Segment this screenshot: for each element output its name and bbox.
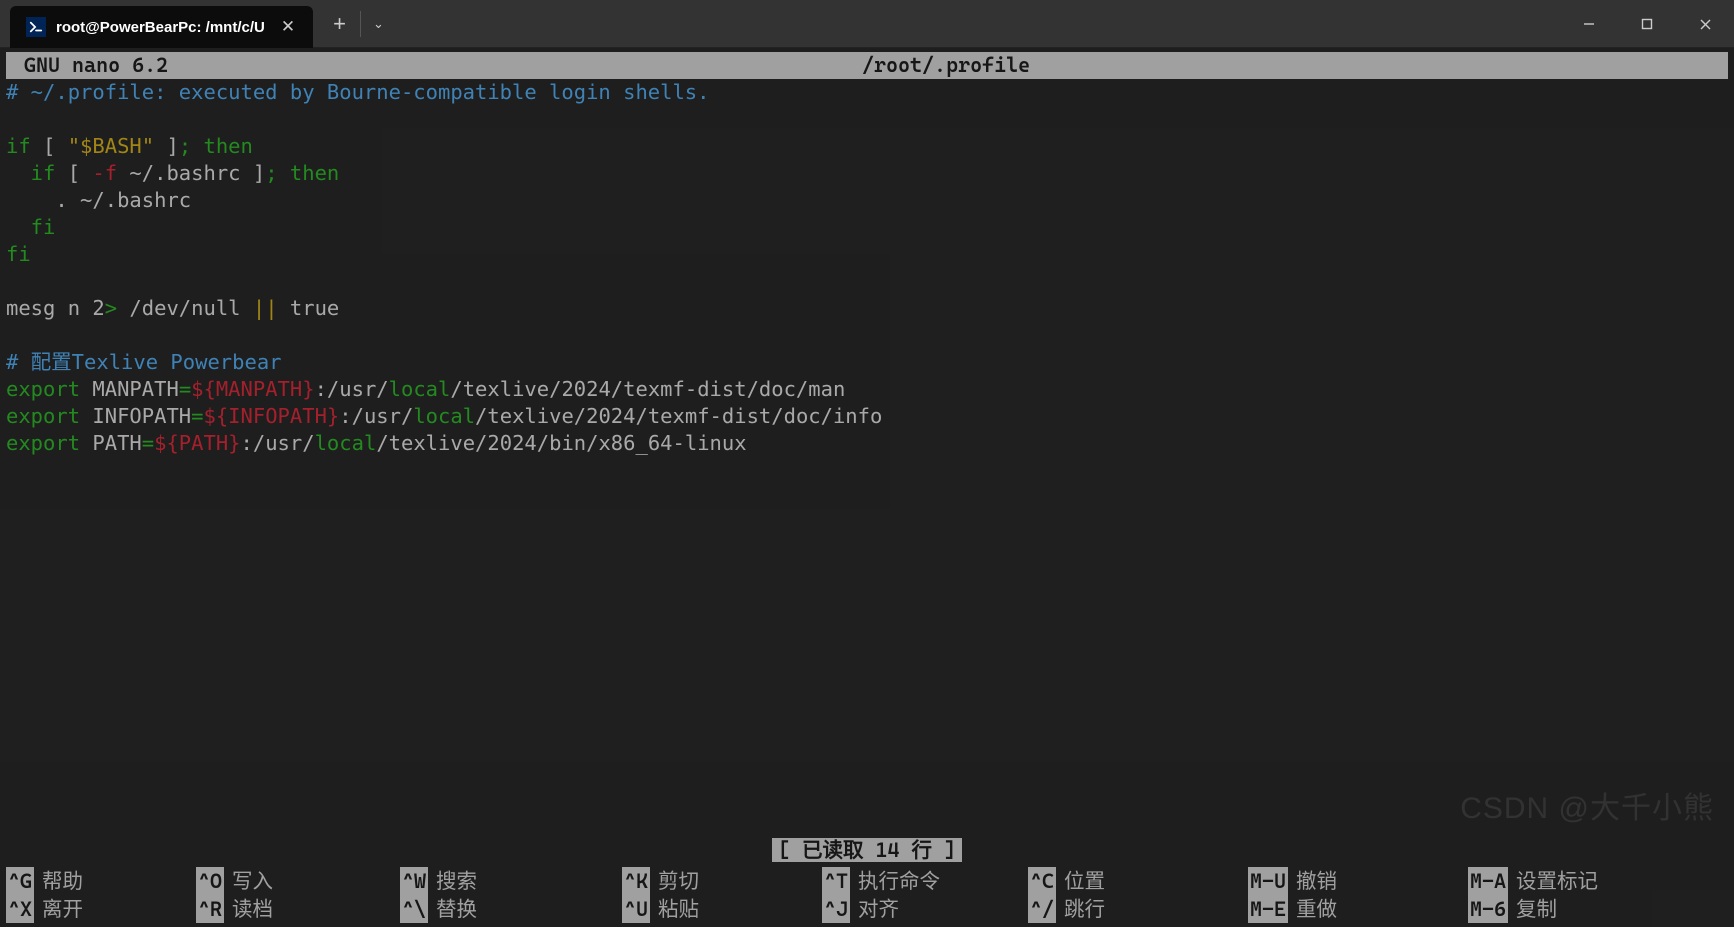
shortcut-: ^/ 跳行: [1028, 895, 1248, 923]
shortcut-label: 写入: [232, 867, 273, 895]
titlebar: root@PowerBearPc: /mnt/c/U ✕ + ⌄: [0, 0, 1734, 48]
powershell-icon: [26, 17, 46, 37]
shortcut-key: ^T: [822, 867, 850, 895]
shortcut-J: ^J 对齐: [822, 895, 1028, 923]
tab-title: root@PowerBearPc: /mnt/c/U: [56, 19, 265, 36]
shortcut-T: ^T 执行命令: [822, 867, 1028, 895]
shortcut-label: 搜索: [436, 867, 477, 895]
shortcut-label: 执行命令: [858, 867, 940, 895]
shortcut-label: 重做: [1296, 895, 1337, 923]
shortcut-key: ^J: [822, 895, 850, 923]
shortcut-U: ^U 粘贴: [622, 895, 822, 923]
shortcut-key: ^U: [622, 895, 650, 923]
nano-status-line: [ 已读取 14 行 ]: [0, 837, 1734, 864]
shortcut-key: ^K: [622, 867, 650, 895]
editor-content[interactable]: # ~/.profile: executed by Bourne-compati…: [6, 79, 1728, 457]
shortcut-label: 设置标记: [1516, 867, 1598, 895]
shortcut-label: 位置: [1064, 867, 1105, 895]
tab-close-button[interactable]: ✕: [275, 15, 301, 39]
shortcut-label: 剪切: [658, 867, 699, 895]
shortcut-C: ^C 位置: [1028, 867, 1248, 895]
shortcut-K: ^K 剪切: [622, 867, 822, 895]
shortcut-MA: M-A 设置标记: [1468, 867, 1598, 895]
shortcut-key: ^O: [196, 867, 224, 895]
shortcut-key: ^/: [1028, 895, 1056, 923]
shortcut-label: 对齐: [858, 895, 899, 923]
shortcut-R: ^R 读档: [196, 895, 400, 923]
shortcut-X: ^X 离开: [6, 895, 196, 923]
shortcut-MU: M-U 撤销: [1248, 867, 1468, 895]
nano-app-name: GNU nano 6.2: [24, 52, 168, 79]
shortcut-W: ^W 搜索: [400, 867, 622, 895]
shortcut-label: 帮助: [42, 867, 83, 895]
tab-active[interactable]: root@PowerBearPc: /mnt/c/U ✕: [10, 6, 313, 48]
shortcut-O: ^O 写入: [196, 867, 400, 895]
shortcut-row-2: ^X 离开 ^R 读档 ^\ 替换 ^U 粘贴 ^J 对齐 ^/ 跳行 M-E 重做 M-6 复制: [6, 895, 1728, 923]
shortcut-key: M-6: [1468, 895, 1508, 923]
shortcut-key: ^R: [196, 895, 224, 923]
shortcut-key: ^G: [6, 867, 34, 895]
shortcut-row-1: ^G 帮助 ^O 写入 ^W 搜索 ^K 剪切 ^T 执行命令 ^C 位置 M-U 撤销 M-A 设置标记: [6, 867, 1728, 895]
shortcut-: ^\ 替换: [400, 895, 622, 923]
shortcut-label: 读档: [232, 895, 273, 923]
minimize-button[interactable]: [1560, 0, 1618, 48]
maximize-button[interactable]: [1618, 0, 1676, 48]
shortcut-key: ^C: [1028, 867, 1056, 895]
shortcut-G: ^G 帮助: [6, 867, 196, 895]
shortcut-key: ^X: [6, 895, 34, 923]
tab-dropdown-button[interactable]: ⌄: [360, 11, 396, 37]
new-tab-button[interactable]: +: [319, 0, 360, 47]
shortcut-key: ^W: [400, 867, 428, 895]
nano-shortcut-bar: ^G 帮助 ^O 写入 ^W 搜索 ^K 剪切 ^T 执行命令 ^C 位置 M-U 撤销 M-A 设置标记 ^…: [6, 867, 1728, 923]
terminal-viewport[interactable]: GNU nano 6.2 /root/.profile # ~/.profile…: [0, 48, 1734, 927]
shortcut-key: ^\: [400, 895, 428, 923]
shortcut-key: M-U: [1248, 867, 1288, 895]
window-controls: [1560, 0, 1734, 47]
shortcut-label: 跳行: [1064, 895, 1105, 923]
shortcut-M6: M-6 复制: [1468, 895, 1557, 923]
shortcut-key: M-A: [1468, 867, 1508, 895]
nano-filename: /root/.profile: [862, 52, 1030, 79]
close-button[interactable]: [1676, 0, 1734, 48]
shortcut-key: M-E: [1248, 895, 1288, 923]
shortcut-label: 替换: [436, 895, 477, 923]
shortcut-label: 离开: [42, 895, 83, 923]
nano-title-bar: GNU nano 6.2 /root/.profile: [6, 52, 1728, 79]
shortcut-label: 复制: [1516, 895, 1557, 923]
shortcut-label: 粘贴: [658, 895, 699, 923]
shortcut-label: 撤销: [1296, 867, 1337, 895]
watermark-text: CSDN @大千小熊: [1460, 783, 1714, 827]
shortcut-ME: M-E 重做: [1248, 895, 1468, 923]
